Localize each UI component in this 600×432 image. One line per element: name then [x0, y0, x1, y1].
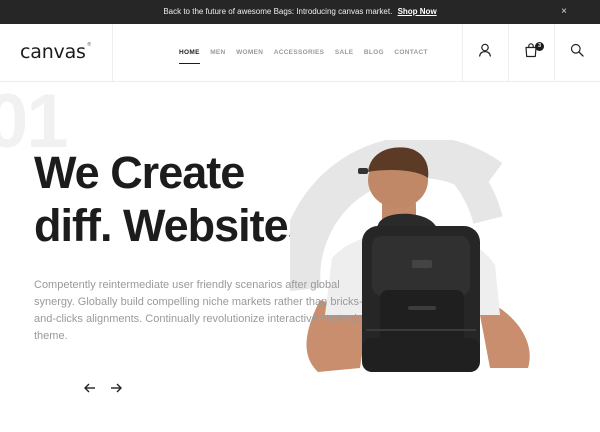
- nav-item-home[interactable]: HOME: [179, 24, 200, 81]
- headline-line-1: We Create: [34, 147, 245, 198]
- logo-text: canvas: [20, 41, 86, 63]
- divider: [462, 24, 463, 81]
- arrow-left-icon[interactable]: [82, 380, 98, 396]
- nav-item-accessories[interactable]: ACCESSORIES: [274, 24, 325, 81]
- announcement-bar: Back to the future of awesome Bags: Intr…: [0, 0, 600, 24]
- main-nav: HOME MEN WOMEN ACCESSORIES SALE BLOG CON…: [179, 24, 438, 81]
- headline-line-2: diff. Websites: [34, 200, 313, 251]
- shop-now-link[interactable]: Shop Now: [398, 7, 437, 16]
- user-icon[interactable]: [477, 42, 493, 58]
- registered-mark: ®: [86, 42, 92, 48]
- nav-item-men[interactable]: MEN: [210, 24, 225, 81]
- close-icon[interactable]: ×: [561, 0, 567, 24]
- nav-item-women[interactable]: WOMEN: [236, 24, 263, 81]
- arrow-right-icon[interactable]: [108, 380, 124, 396]
- hero-image: [290, 140, 530, 372]
- announcement-message: Back to the future of awesome Bags: Intr…: [0, 0, 600, 24]
- cart-count-badge: 3: [535, 42, 544, 51]
- hero-description: Competently reintermediate user friendly…: [34, 279, 363, 342]
- divider: [508, 24, 509, 81]
- hero-headline: We Create diff. Websites: [34, 146, 313, 252]
- nav-item-sale[interactable]: SALE: [335, 24, 354, 81]
- search-icon[interactable]: [569, 42, 585, 58]
- announcement-text: Back to the future of awesome Bags: Intr…: [163, 7, 393, 16]
- divider: [554, 24, 555, 81]
- divider: [112, 24, 113, 81]
- logo[interactable]: canvas®: [20, 41, 92, 63]
- site-header: canvas® HOME MEN WOMEN ACCESSORIES SALE …: [0, 24, 600, 82]
- nav-item-contact[interactable]: CONTACT: [394, 24, 427, 81]
- nav-item-blog[interactable]: BLOG: [364, 24, 384, 81]
